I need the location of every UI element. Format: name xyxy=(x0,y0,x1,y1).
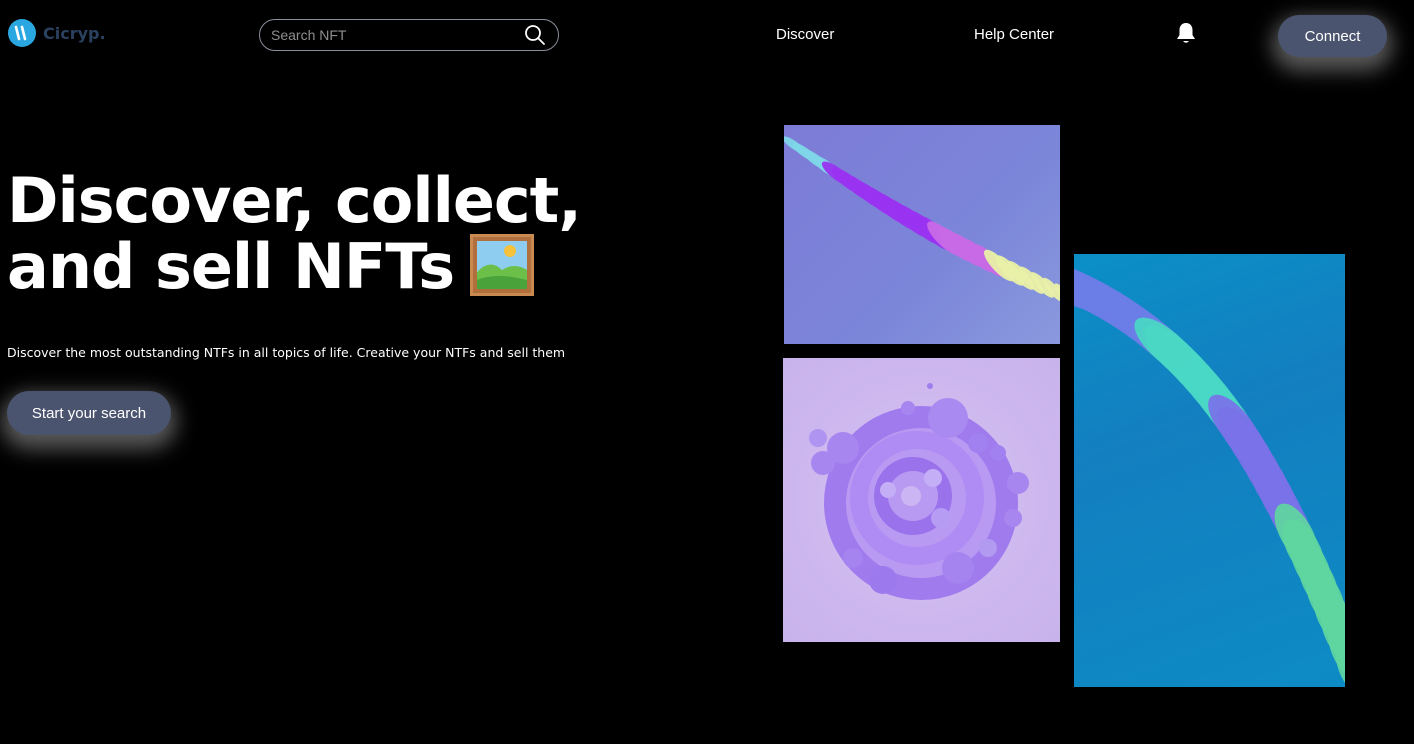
hero-title-line-2-wrap: and sell NFTs xyxy=(7,234,647,302)
nft-artwork-wave[interactable] xyxy=(1074,254,1345,687)
search-input[interactable] xyxy=(269,26,524,44)
hero-title-line-1: Discover, collect, xyxy=(7,164,582,237)
search-icon[interactable] xyxy=(524,24,546,46)
nav-discover-link[interactable]: Discover xyxy=(776,26,834,43)
bell-icon[interactable] xyxy=(1175,21,1197,45)
hero-title-line-2: and sell NFTs xyxy=(7,230,455,303)
logo-icon xyxy=(8,19,36,47)
logo[interactable]: Cicryp. xyxy=(8,19,106,47)
framed-picture-icon xyxy=(470,233,535,296)
nav-help-center-link[interactable]: Help Center xyxy=(974,26,1054,43)
nft-artwork-ribbon[interactable] xyxy=(784,125,1060,344)
landing-page: Cicryp. Discover Help Center Connect Dis… xyxy=(0,0,1414,744)
search-bar xyxy=(259,19,559,51)
hero-subtitle: Discover the most outstanding NTFs in al… xyxy=(7,345,566,360)
logo-text: Cicryp. xyxy=(43,23,106,43)
start-search-button[interactable]: Start your search xyxy=(7,391,171,435)
hero-title: Discover, collect, and sell NFTs xyxy=(7,168,647,302)
connect-button[interactable]: Connect xyxy=(1278,15,1387,57)
nft-artwork-swirl[interactable] xyxy=(783,358,1060,642)
